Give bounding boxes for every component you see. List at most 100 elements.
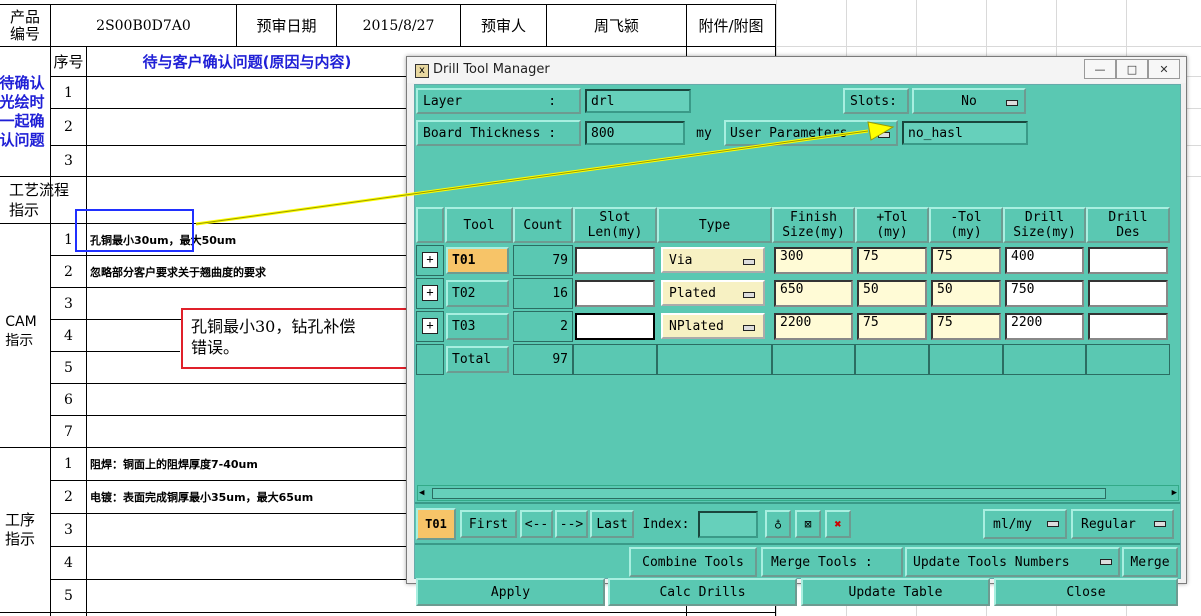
title-bar[interactable]: x Drill Tool Manager — □ ✕ [407, 57, 1186, 83]
seq-label: 序号 [53, 53, 84, 71]
column-header: Slot Len(my) [573, 207, 657, 243]
user-parameters-dropdown[interactable]: User Parameters [724, 120, 898, 146]
scroll-thumb[interactable] [432, 488, 1106, 499]
attachment-label: 附件/附图 [698, 17, 764, 35]
maximize-icon[interactable]: □ [1116, 59, 1148, 79]
app-icon: x [415, 64, 429, 78]
drill-des-input[interactable] [1088, 247, 1168, 274]
apply-button[interactable]: Apply [416, 578, 605, 606]
type-value: NPlated [669, 318, 724, 334]
drill-size-input[interactable]: 750 [1005, 280, 1084, 307]
finish-size-input[interactable]: 650 [774, 280, 853, 307]
minus-tol-input[interactable]: 50 [931, 280, 1001, 307]
row-expand[interactable]: + [416, 278, 444, 309]
column-header: Tool [445, 207, 513, 243]
cam-row-no: 7 [64, 423, 73, 440]
total-cell [929, 344, 1003, 375]
slots-dropdown[interactable]: No [912, 88, 1026, 114]
window-title: Drill Tool Manager [433, 62, 550, 77]
procedure-side-label: 工序 指示 [4, 511, 35, 548]
column-header: Type [657, 207, 772, 243]
tool-button[interactable]: T02 [446, 280, 509, 307]
dropdown-arrow-icon [743, 325, 755, 331]
tool-button[interactable]: T03 [446, 313, 509, 340]
column-header: Drill Size(my) [1003, 207, 1086, 243]
count-cell: 2 [513, 311, 573, 342]
minimize-icon[interactable]: — [1084, 59, 1116, 79]
cam-row-no: 6 [64, 391, 73, 408]
board-thickness-field[interactable]: 800 [585, 121, 685, 145]
first-button[interactable]: First [460, 510, 517, 538]
plus-icon[interactable]: + [422, 285, 438, 301]
reviewer-value: 周飞颍 [593, 17, 639, 35]
prev-button[interactable]: <-- [520, 510, 553, 538]
cam-row-no: 3 [64, 295, 73, 312]
type-dropdown[interactable]: Via [661, 247, 765, 273]
last-button[interactable]: Last [590, 510, 634, 538]
type-dropdown[interactable]: Plated [661, 280, 765, 306]
merge-button[interactable]: Merge [1122, 547, 1178, 577]
scroll-left-icon[interactable]: ◀ [419, 488, 424, 498]
row-expand[interactable]: + [416, 311, 444, 342]
finish-size-input[interactable]: 2200 [774, 313, 853, 340]
mode-dropdown[interactable]: Regular [1071, 509, 1174, 539]
procedure-row-text: 电镀：表面完成铜厚最小35um，最大65um [90, 491, 314, 504]
plus-icon[interactable]: + [422, 252, 438, 268]
clear-icon[interactable]: ✖ [825, 510, 851, 538]
tool-button[interactable]: T01 [446, 247, 509, 274]
plus-tol-input[interactable]: 75 [857, 313, 927, 340]
close-icon[interactable]: ✕ [1148, 59, 1180, 79]
type-value: Plated [669, 285, 716, 301]
select-icon[interactable]: ⊠ [795, 510, 821, 538]
merge-tools-label: Merge Tools : [761, 547, 903, 577]
calc-drills-button[interactable]: Calc Drills [608, 578, 797, 606]
row-expand[interactable]: + [416, 245, 444, 276]
drill-tool-manager-window: x Drill Tool Manager — □ ✕ Layer : drl S… [406, 56, 1187, 606]
close-button[interactable]: Close [994, 578, 1178, 606]
column-header: +Tol (my) [855, 207, 929, 243]
procedure-row-no: 2 [64, 489, 73, 505]
drill-size-input[interactable]: 2200 [1005, 313, 1084, 340]
board-thickness-label: Board Thickness : [416, 120, 581, 146]
bulb-icon[interactable]: ♁ [765, 510, 791, 538]
cam-row-no: 2 [64, 263, 73, 280]
review-date-value: 2015/8/27 [362, 17, 435, 34]
drill-size-input[interactable]: 400 [1005, 247, 1084, 274]
column-header: Drill Des [1086, 207, 1170, 243]
minus-tol-input[interactable]: 75 [931, 247, 1001, 274]
slot-len-input[interactable] [575, 247, 655, 274]
pending-row-1: 1 [64, 84, 73, 101]
plus-tol-input[interactable]: 75 [857, 247, 927, 274]
units-dropdown[interactable]: ml/my [983, 509, 1067, 539]
drill-des-input[interactable] [1088, 280, 1168, 307]
horizontal-scrollbar[interactable]: ◀ ▶ [417, 485, 1179, 501]
cam-row-no: 4 [64, 327, 73, 344]
slot-len-input[interactable] [575, 280, 655, 307]
slot-len-input[interactable] [575, 313, 655, 340]
review-date-label: 预审日期 [256, 17, 317, 35]
drill-des-input[interactable] [1088, 313, 1168, 340]
reviewer-label: 预审人 [480, 17, 526, 35]
combine-tools-button[interactable]: Combine Tools [629, 547, 757, 577]
highlight-box [75, 209, 194, 252]
minus-tol-input[interactable]: 75 [931, 313, 1001, 340]
total-cell [1003, 344, 1086, 375]
scroll-right-icon[interactable]: ▶ [1172, 488, 1177, 498]
plus-icon[interactable]: + [422, 318, 438, 334]
type-value: Via [669, 252, 693, 268]
type-dropdown[interactable]: NPlated [661, 313, 765, 339]
finish-size-input[interactable]: 300 [774, 247, 853, 274]
update-tools-numbers-dropdown[interactable]: Update Tools Numbers [905, 547, 1120, 577]
layer-field[interactable]: drl [585, 89, 691, 113]
next-button[interactable]: --> [555, 510, 588, 538]
pending-issues-label: 待与客户确认问题(原因与内容) [142, 53, 352, 71]
divider [415, 502, 1180, 504]
user-parameters-field[interactable]: no_hasl [902, 121, 1028, 145]
divider [415, 543, 1180, 545]
procedure-row-text: 阻焊：铜面上的阻焊厚度7-40um [90, 458, 258, 471]
slots-label: Slots: [843, 88, 909, 114]
column-header: Count [513, 207, 573, 243]
index-field[interactable] [698, 511, 758, 538]
plus-tol-input[interactable]: 50 [857, 280, 927, 307]
update-table-button[interactable]: Update Table [801, 578, 990, 606]
